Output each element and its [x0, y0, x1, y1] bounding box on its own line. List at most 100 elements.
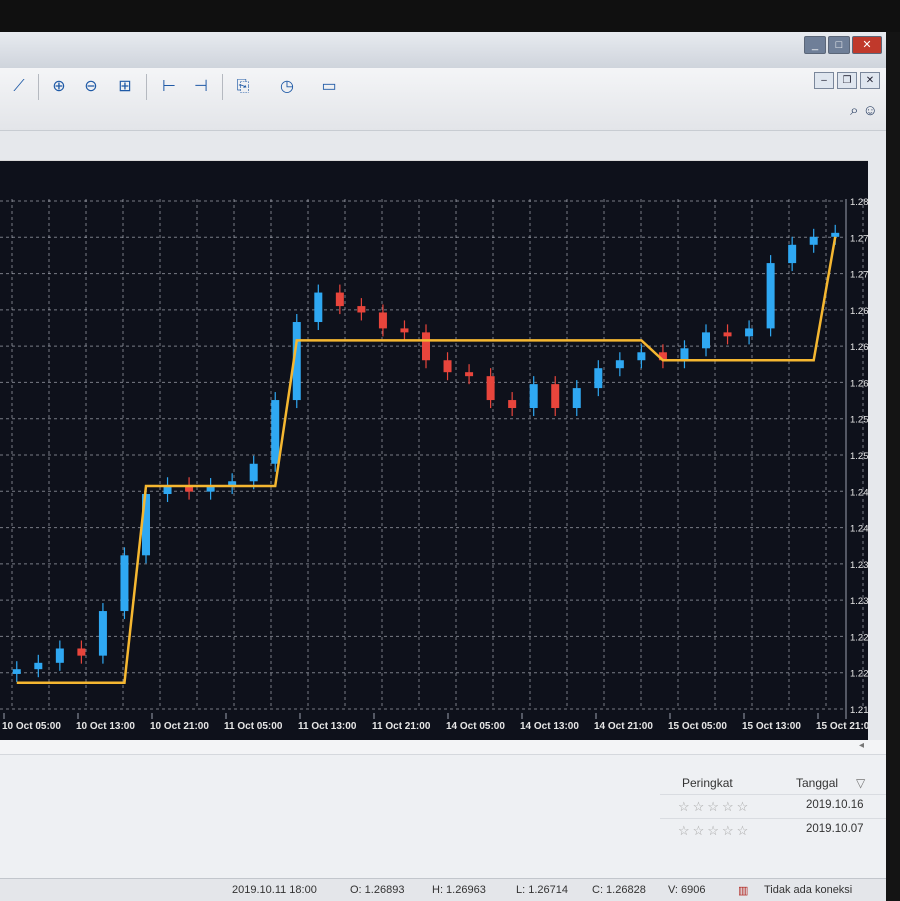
status-bar: 2019.10.11 18:00 O: 1.26893 H: 1.26963 L…: [0, 878, 886, 901]
toolbar-separator: [146, 74, 147, 100]
status-open: O: 1.26893: [350, 884, 405, 896]
toolbar-separator: [38, 74, 39, 100]
status-high: H: 1.26963: [432, 884, 486, 896]
price-chart[interactable]: 1.28225 1.27880 1.27420 1.26950 1.26480 1.260…: [0, 160, 868, 741]
chart-shift-icon[interactable]: ⊢: [158, 76, 180, 98]
price-tick-label: 1.26020: [850, 378, 868, 389]
close-icon[interactable]: ✕: [852, 36, 882, 54]
candle-body: [766, 263, 775, 329]
time-tick-label: 10 Oct 21:00: [150, 721, 209, 732]
candle-body: [378, 312, 387, 329]
candle-body: [98, 611, 107, 656]
candle-body: [615, 360, 624, 369]
candle-body: [723, 332, 732, 337]
time-tick-label: 14 Oct 13:00: [520, 721, 579, 732]
title-bar: _ □ ✕: [0, 32, 886, 69]
sort-icon[interactable]: ▽: [856, 776, 865, 790]
candle-body: [55, 648, 64, 663]
templates-icon[interactable]: ⎘: [232, 76, 254, 98]
autoscroll-icon[interactable]: ⊣: [190, 76, 212, 98]
time-tick-label: 14 Oct 21:00: [594, 721, 653, 732]
status-low: L: 1.26714: [516, 884, 568, 896]
time-tick-label: 15 Oct 21:00: [816, 721, 868, 732]
monitor-bezel: [0, 0, 900, 32]
time-tick-label: 15 Oct 05:00: [668, 721, 727, 732]
price-tick-label: 1.22760: [850, 632, 868, 643]
candle-body: [465, 372, 474, 377]
candle-body: [357, 306, 366, 313]
chart-properties-icon[interactable]: ▭: [318, 76, 340, 98]
rating-stars[interactable]: ☆☆☆☆☆: [678, 823, 751, 839]
candle-body: [486, 376, 495, 401]
line-study-icon[interactable]: ⟋: [8, 76, 30, 98]
price-tick-label: 1.27880: [850, 233, 868, 244]
candle-body: [120, 555, 129, 612]
window-controls: _ □ ✕: [804, 36, 882, 54]
tile-windows-icon[interactable]: ⊞: [114, 76, 136, 98]
candle-body: [400, 328, 409, 333]
candle-body: [249, 463, 258, 482]
table-row[interactable]: ☆☆☆☆☆ 2019.10.16: [660, 794, 886, 817]
candle-body: [551, 384, 560, 409]
candle-body: [34, 662, 43, 670]
price-tick-label: 1.26480: [850, 342, 868, 353]
candle-body: [680, 348, 689, 361]
time-tick-label: 11 Oct 13:00: [298, 721, 357, 732]
toolbar: ⟋ ⊕ ⊖ ⊞ ⊢ ⊣ ⎘ ◷ ▭ – ❐ ✕ ⌕ ☺: [0, 68, 886, 131]
maximize-icon[interactable]: □: [828, 36, 850, 54]
row-date: 2019.10.07: [806, 823, 864, 835]
minimize-icon[interactable]: _: [804, 36, 826, 54]
candle-body: [422, 332, 430, 361]
price-tick-label: 1.24150: [850, 524, 868, 535]
horizontal-scrollbar[interactable]: ◂: [0, 740, 886, 755]
price-tick-label: 1.22290: [850, 669, 868, 680]
candle-body: [529, 384, 538, 409]
chart-canvas[interactable]: 1.28225 1.27880 1.27420 1.26950 1.26480 1.260…: [0, 161, 868, 741]
child-window-controls: – ❐ ✕: [814, 72, 880, 89]
zoom-out-icon[interactable]: ⊖: [80, 76, 102, 98]
lower-panel: ◂ Peringkat Tanggal ▽ ☆☆☆☆☆ 2019.10.16 ☆…: [0, 740, 886, 901]
rating-stars[interactable]: ☆☆☆☆☆: [678, 799, 751, 815]
candle-body: [12, 669, 21, 674]
row-date: 2019.10.16: [806, 799, 864, 811]
child-close-icon[interactable]: ✕: [860, 72, 880, 89]
child-restore-icon[interactable]: ❐: [837, 72, 857, 89]
candle-body: [572, 388, 581, 409]
child-minimize-icon[interactable]: –: [814, 72, 834, 89]
col-date[interactable]: Tanggal: [796, 776, 838, 790]
candle-body: [637, 352, 646, 361]
connection-icon: ▥: [738, 885, 749, 897]
candle-body: [702, 332, 710, 349]
panel-header: Peringkat Tanggal ▽: [660, 770, 886, 794]
price-tick-label: 1.23220: [850, 596, 868, 607]
price-tick-label: 1.21820: [850, 705, 868, 716]
candle-body: [788, 244, 797, 264]
search-icon[interactable]: ⌕ ☺: [850, 102, 878, 119]
time-tick-label: 10 Oct 05:00: [2, 721, 61, 732]
price-tick-label: 1.25550: [850, 415, 868, 426]
chart-background: [0, 161, 868, 741]
price-tick-label: 1.28225: [850, 197, 868, 208]
price-tick-label: 1.26950: [850, 306, 868, 317]
toolbar-separator: [222, 74, 223, 100]
col-rating[interactable]: Peringkat: [682, 776, 733, 790]
periods-clock-icon[interactable]: ◷: [276, 76, 298, 98]
status-datetime: 2019.10.11 18:00: [232, 884, 317, 896]
candle-body: [335, 292, 344, 307]
scroll-left-icon[interactable]: ◂: [859, 740, 864, 751]
zoom-in-icon[interactable]: ⊕: [48, 76, 70, 98]
price-tick-label: 1.23690: [850, 560, 868, 571]
table-row[interactable]: ☆☆☆☆☆ 2019.10.07: [660, 818, 886, 841]
candle-body: [314, 292, 323, 323]
status-connection[interactable]: Tidak ada koneksi: [764, 884, 852, 896]
status-volume: V: 6906: [668, 884, 706, 896]
price-tick-label: 1.25090: [850, 451, 868, 462]
price-tick-label: 1.24620: [850, 487, 868, 498]
time-tick-label: 11 Oct 21:00: [372, 721, 431, 732]
candle-body: [809, 236, 818, 245]
candle-body: [508, 400, 517, 409]
time-tick-label: 10 Oct 13:00: [76, 721, 135, 732]
candle-body: [831, 232, 840, 237]
candle-body: [271, 400, 280, 464]
candle-body: [745, 328, 754, 337]
